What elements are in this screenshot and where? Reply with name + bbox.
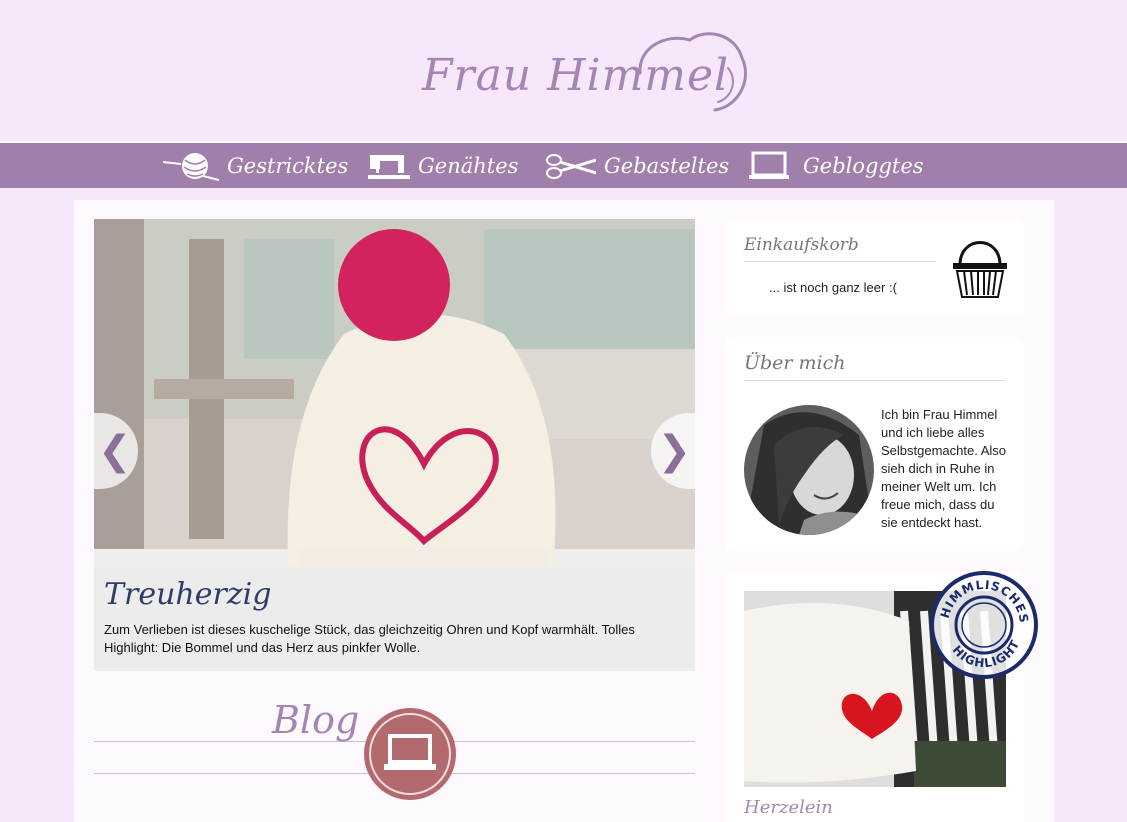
slide-description: Zum Verlieben ist dieses kuschelige Stüc… <box>104 622 635 655</box>
scissors-icon <box>546 153 596 179</box>
avatar <box>744 405 874 535</box>
avatar-image <box>744 405 874 535</box>
main-content: ❮ ❯ Treuherzig Zum Verlieben ist dieses … <box>74 200 1054 822</box>
slide-caption: Treuherzig Zum Verlieben ist dieses kusc… <box>94 567 695 671</box>
nav-item-gestricktes[interactable]: Gestricktes <box>163 143 348 188</box>
nav-label: Gebasteltes <box>604 153 730 178</box>
blog-heading-label: Blog <box>272 698 360 742</box>
nav-label: Gebloggtes <box>803 153 924 178</box>
shopping-cart-widget: Einkaufskorb ... ist noch ganz leer :( <box>726 221 1024 317</box>
blog-section-heading: Blog <box>94 694 695 804</box>
nav-item-gebasteltes[interactable]: Gebasteltes <box>546 143 729 188</box>
highlight-stamp-icon: HIMMLISCHES HIGHLIGHT <box>930 571 1038 679</box>
logo-text: Frau Himmel <box>422 50 730 101</box>
nav-label: Gestricktes <box>227 153 349 178</box>
cart-title[interactable]: Einkaufskorb <box>744 235 936 262</box>
nav-item-genaehtes[interactable]: Genähtes <box>368 143 518 188</box>
about-me-widget: Über mich Ich bin Frau Himmel und ich li… <box>726 338 1024 550</box>
basket-icon[interactable] <box>952 229 1008 299</box>
yarn-ball-icon <box>163 152 219 181</box>
main-nav: Gestricktes Genähtes Gebasteltes Geblogg… <box>0 141 1127 188</box>
about-text: Ich bin Frau Himmel und ich liebe alles … <box>881 407 1007 530</box>
slide-title[interactable]: Treuherzig <box>104 575 685 615</box>
nav-label: Genähtes <box>418 153 519 178</box>
site-logo[interactable]: Frau Himmel <box>420 28 750 118</box>
about-title: Über mich <box>744 352 1006 381</box>
site-header: Frau Himmel <box>0 0 1127 140</box>
nav-item-gebloggtes[interactable]: Gebloggtes <box>749 143 924 188</box>
sewing-machine-icon <box>368 154 410 179</box>
featured-slider[interactable]: ❮ ❯ Treuherzig Zum Verlieben ist dieses … <box>94 219 695 671</box>
highlight-title[interactable]: Herzelein <box>744 797 833 818</box>
highlight-widget: HIMMLISCHES HIGHLIGHT Herzelein <box>726 571 1038 822</box>
blog-badge-icon <box>364 708 456 800</box>
laptop-icon <box>749 151 789 179</box>
